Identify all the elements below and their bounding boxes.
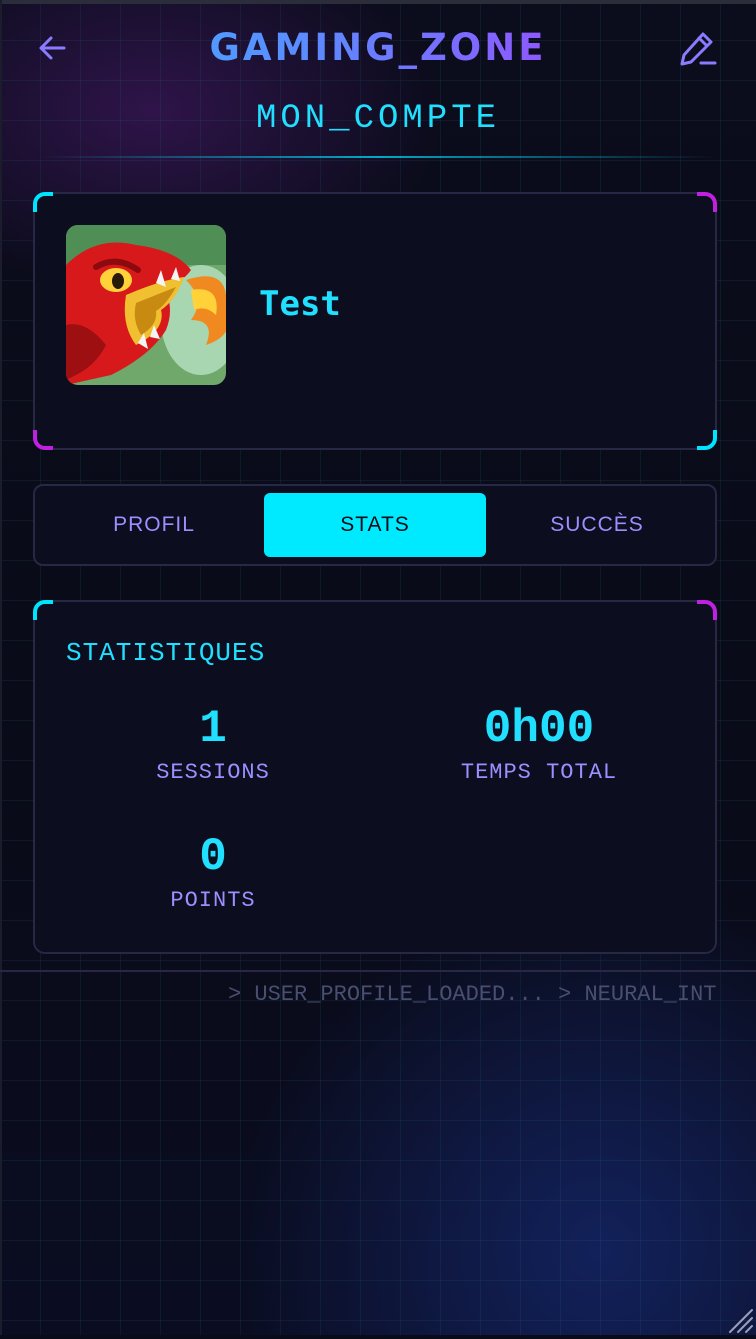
stat-value: 0h00 bbox=[483, 703, 595, 755]
tab-succes[interactable]: SUCCÈS bbox=[486, 493, 708, 557]
username: Test bbox=[259, 284, 341, 324]
app-title: GAMING_ZONE bbox=[0, 26, 756, 69]
tab-profil[interactable]: PROFIL bbox=[43, 493, 265, 557]
page-title: MON_COMPTE bbox=[255, 100, 501, 138]
header: GAMING_ZONE bbox=[0, 0, 756, 100]
stat-label: POINTS bbox=[170, 888, 256, 913]
stat-value: 0 bbox=[199, 831, 227, 883]
profile-card: Test bbox=[33, 192, 717, 450]
dragon-avatar-image bbox=[66, 225, 226, 385]
stat-points: 0 POINTS bbox=[53, 830, 373, 913]
log-divider bbox=[0, 970, 756, 972]
edit-profile-button[interactable] bbox=[678, 30, 718, 66]
window-left-edge bbox=[0, 0, 2, 1335]
corner-accent bbox=[33, 600, 53, 620]
stat-label: SESSIONS bbox=[156, 760, 270, 785]
stat-value: 1 bbox=[199, 703, 227, 755]
stat-total-time: 0h00 TEMPS TOTAL bbox=[379, 702, 699, 785]
title-divider bbox=[40, 156, 716, 158]
tab-stats[interactable]: STATS bbox=[264, 493, 486, 557]
pencil-icon bbox=[680, 32, 717, 66]
stats-card: STATISTIQUES 1 SESSIONS 0h00 TEMPS TOTAL… bbox=[33, 600, 717, 954]
resize-grip-icon[interactable] bbox=[722, 1302, 756, 1335]
terminal-ticker: > USER_PROFILE_LOADED... > NEURAL_INT bbox=[228, 982, 717, 1007]
stat-label: TEMPS TOTAL bbox=[460, 760, 618, 785]
tab-bar: PROFIL STATS SUCCÈS bbox=[33, 484, 717, 566]
stat-sessions: 1 SESSIONS bbox=[53, 702, 373, 785]
corner-accent bbox=[33, 192, 53, 212]
stats-heading: STATISTIQUES bbox=[66, 638, 266, 668]
avatar[interactable] bbox=[66, 225, 226, 385]
